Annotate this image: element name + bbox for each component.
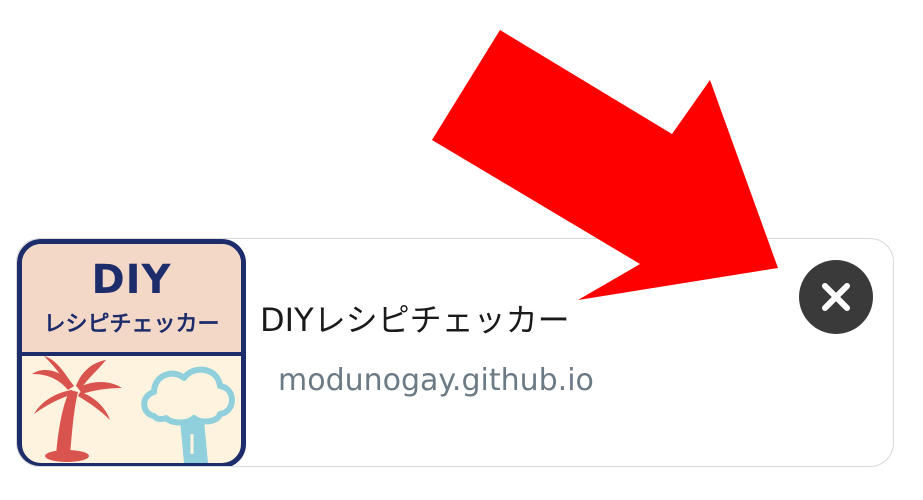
app-icon-title: DIY — [91, 257, 172, 303]
app-icon-subtitle: レシピチェッカー — [43, 312, 220, 337]
tree-icon — [141, 366, 235, 426]
icon-artwork — [32, 356, 235, 463]
close-button[interactable] — [799, 260, 873, 334]
tree-trunk — [180, 420, 208, 463]
app-icon-header: DIY レシピチェッカー — [22, 244, 241, 356]
app-banner-card[interactable]: DIY レシピチェッカー — [16, 238, 894, 467]
palm-tree-icon — [32, 356, 122, 462]
close-icon — [822, 283, 850, 311]
app-icon: DIY レシピチェッカー — [17, 239, 246, 466]
app-name: DIYレシピチェッカー — [260, 301, 570, 339]
app-url: modunogay.github.io — [278, 363, 594, 398]
